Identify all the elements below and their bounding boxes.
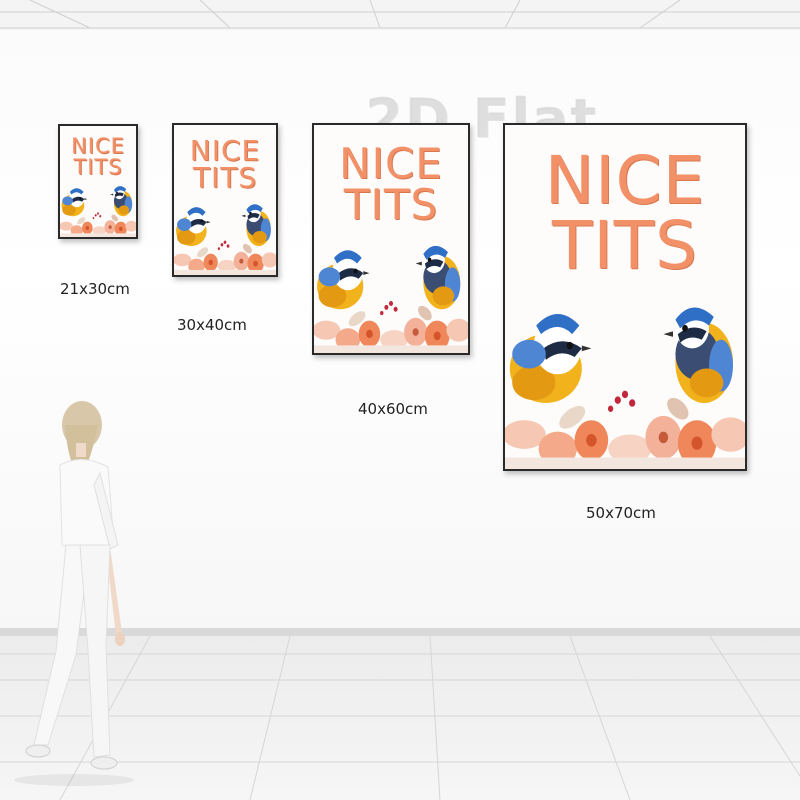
poster-title-line1: NICE bbox=[71, 134, 125, 158]
size-label-30x40: 30x40cm bbox=[177, 316, 247, 334]
poster-title: NICE TITS bbox=[60, 136, 136, 177]
poster-title-line2: TITS bbox=[73, 154, 123, 179]
poster-30x40: NICE TITS bbox=[172, 123, 278, 277]
poster-title-line1: NICE bbox=[544, 142, 706, 219]
poster-title-line2: TITS bbox=[343, 180, 439, 230]
poster-artwork bbox=[314, 235, 468, 353]
size-label-40x60: 40x60cm bbox=[358, 400, 428, 418]
poster-title: NICE TITS bbox=[174, 134, 276, 195]
size-label-50x70: 50x70cm bbox=[586, 504, 656, 522]
poster-title-line1: NICE bbox=[339, 139, 443, 188]
poster-title: NICE TITS bbox=[505, 142, 745, 284]
poster-artwork bbox=[174, 197, 276, 275]
poster-21x30: NICE TITS bbox=[58, 124, 138, 239]
poster-title-line1: NICE bbox=[189, 134, 261, 167]
poster-40x60: NICE TITS bbox=[312, 123, 470, 355]
poster-title: NICE TITS bbox=[314, 139, 468, 230]
ceiling bbox=[0, 0, 800, 30]
poster-artwork bbox=[505, 291, 745, 469]
size-label-21x30: 21x30cm bbox=[60, 280, 130, 298]
poster-50x70: NICE TITS bbox=[503, 123, 747, 471]
poster-artwork bbox=[60, 181, 136, 237]
poster-title-line2: TITS bbox=[192, 161, 258, 195]
woman-figure bbox=[14, 401, 134, 786]
poster-title-line2: TITS bbox=[552, 206, 698, 284]
gallery-scene: 2D Flat NICE TITS 21x30cm NICE TITS 30x4… bbox=[0, 0, 800, 800]
